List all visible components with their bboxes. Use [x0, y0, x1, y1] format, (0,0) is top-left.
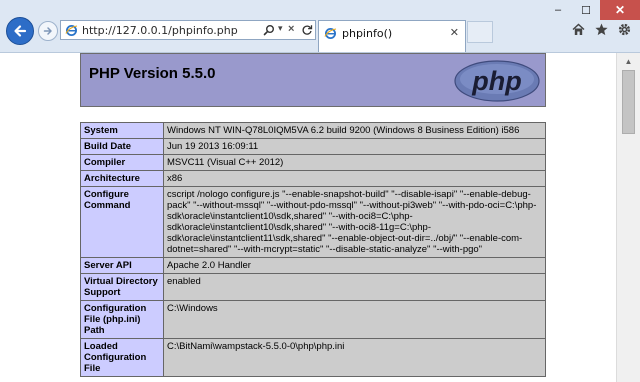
- row-key: Configure Command: [80, 186, 164, 258]
- row-key: Virtual Directory Support: [80, 273, 164, 301]
- table-row: Configure Command cscript /nologo configu…: [80, 186, 546, 258]
- forward-arrow-icon: [43, 27, 52, 35]
- dropdown-icon[interactable]: ▾: [278, 23, 283, 34]
- new-tab-button[interactable]: [467, 21, 493, 43]
- row-key: Loaded Configuration File: [80, 338, 164, 377]
- row-key: Build Date: [80, 138, 164, 155]
- vertical-scrollbar[interactable]: ▲: [616, 53, 640, 382]
- table-row: Architecture x86: [80, 170, 546, 187]
- table-row: Compiler MSVC11 (Visual C++ 2012): [80, 154, 546, 171]
- tab-close-icon[interactable]: ✕: [450, 26, 459, 39]
- search-icon[interactable]: [263, 24, 275, 36]
- scroll-thumb[interactable]: [622, 70, 635, 134]
- table-row: Build Date Jun 19 2013 16:09:11: [80, 138, 546, 155]
- toolbar-icons: [571, 22, 632, 37]
- ie-page-icon: [324, 28, 337, 39]
- row-value: Jun 19 2013 16:09:11: [163, 138, 546, 155]
- table-row: Virtual Directory Support enabled: [80, 273, 546, 301]
- php-info-table: System Windows NT WIN-Q78L0IQM5VA 6.2 bui…: [80, 122, 546, 377]
- tools-gear-icon[interactable]: [617, 22, 632, 37]
- address-url[interactable]: http://127.0.0.1/phpinfo.php: [82, 24, 238, 37]
- favorites-star-icon[interactable]: [594, 22, 609, 37]
- row-value: C:\Windows: [163, 300, 546, 339]
- home-icon[interactable]: [571, 22, 586, 37]
- browser-toolbar: – ☐ ✕ http://127.0.0.1/phpinfo.php ▾ × p…: [0, 0, 640, 53]
- row-value: Apache 2.0 Handler: [163, 257, 546, 274]
- row-key: Server API: [80, 257, 164, 274]
- row-key: System: [80, 122, 164, 139]
- window-controls: – ☐ ✕: [544, 0, 640, 20]
- address-bar[interactable]: http://127.0.0.1/phpinfo.php ▾ ×: [60, 20, 316, 40]
- php-logo: php: [454, 60, 540, 102]
- back-button[interactable]: [6, 17, 34, 45]
- table-row: System Windows NT WIN-Q78L0IQM5VA 6.2 bui…: [80, 122, 546, 139]
- tab-phpinfo[interactable]: phpinfo() ✕: [318, 20, 466, 52]
- row-value: x86: [163, 170, 546, 187]
- row-value: enabled: [163, 273, 546, 301]
- row-value: Windows NT WIN-Q78L0IQM5VA 6.2 build 920…: [163, 122, 546, 139]
- row-value: MSVC11 (Visual C++ 2012): [163, 154, 546, 171]
- table-row: Server API Apache 2.0 Handler: [80, 257, 546, 274]
- ie-page-icon: [65, 25, 78, 36]
- page-title: PHP Version 5.5.0: [89, 65, 216, 82]
- table-row: Loaded Configuration File C:\BitNami\wamp…: [80, 338, 546, 377]
- row-value: cscript /nologo configure.js "--enable-s…: [163, 186, 546, 258]
- php-logo-text: php: [471, 66, 521, 96]
- maximize-button[interactable]: ☐: [572, 0, 600, 20]
- close-button[interactable]: ✕: [600, 0, 640, 20]
- php-info-table-body: System Windows NT WIN-Q78L0IQM5VA 6.2 bui…: [80, 122, 546, 377]
- row-key: Compiler: [80, 154, 164, 171]
- back-arrow-icon: [14, 25, 27, 37]
- forward-button[interactable]: [38, 21, 58, 41]
- row-value: C:\BitNami\wampstack-5.5.0-0\php\php.ini: [163, 338, 546, 377]
- scroll-up-arrow-icon[interactable]: ▲: [617, 53, 640, 70]
- row-key: Configuration File (php.ini) Path: [80, 300, 164, 339]
- table-row: Configuration File (php.ini) Path C:\Wind…: [80, 300, 546, 339]
- minimize-button[interactable]: –: [544, 0, 572, 20]
- php-version-header: PHP Version 5.5.0 php: [80, 53, 546, 107]
- stop-icon[interactable]: ×: [288, 23, 294, 35]
- row-key: Architecture: [80, 170, 164, 187]
- tab-title: phpinfo(): [342, 27, 393, 40]
- refresh-icon[interactable]: [301, 24, 313, 36]
